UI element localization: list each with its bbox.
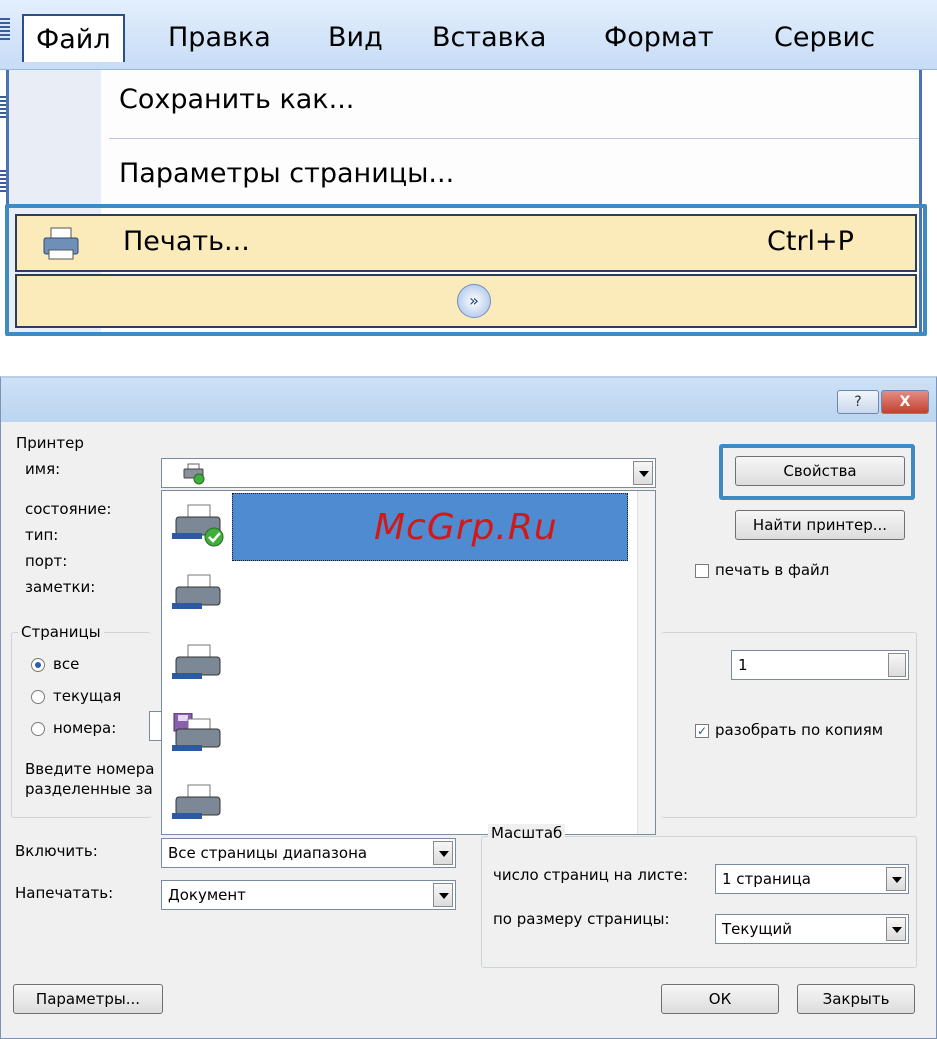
- toolbar-gripper: [0, 18, 10, 40]
- print-to-file-label: печать в файл: [715, 561, 830, 579]
- expand-chevron-icon[interactable]: »: [457, 284, 491, 318]
- printer-icon: [172, 784, 221, 819]
- printer-name-label: имя:: [25, 460, 61, 478]
- print-what-label: Напечатать:: [15, 884, 114, 902]
- include-label: Включить:: [15, 842, 98, 860]
- menu-item-save-as[interactable]: Сохранить как...: [9, 84, 919, 134]
- print-shortcut: Ctrl+P: [767, 226, 854, 257]
- pages-all-radio[interactable]: [31, 658, 45, 672]
- menu-file[interactable]: Файл: [22, 14, 125, 62]
- chevron-down-icon[interactable]: [886, 917, 906, 941]
- copies-count-spinner[interactable]: 1: [731, 650, 909, 680]
- printer-type-label: тип:: [25, 526, 59, 544]
- print-highlight-box: Печать... Ctrl+P »: [5, 204, 927, 336]
- save-as-label: Сохранить как...: [119, 84, 355, 115]
- printer-notes-label: заметки:: [25, 578, 96, 596]
- scale-to-paper-value: Текущий: [722, 920, 792, 938]
- chevron-down-icon[interactable]: [633, 461, 653, 485]
- list-item[interactable]: [162, 561, 638, 631]
- menu-item-print[interactable]: Печать... Ctrl+P: [15, 214, 917, 272]
- copies-count-value: 1: [738, 656, 748, 674]
- printer-group-title: Принтер: [13, 434, 87, 452]
- chevron-down-icon[interactable]: [433, 883, 453, 907]
- printer-icon: [172, 574, 221, 609]
- list-scrollbar[interactable]: [637, 491, 655, 834]
- list-item[interactable]: [162, 771, 638, 841]
- menu-view[interactable]: Вид: [316, 14, 395, 62]
- list-item[interactable]: [162, 631, 638, 701]
- menu-expand-row[interactable]: »: [15, 274, 917, 328]
- zoom-group: Масштаб: [481, 824, 917, 968]
- print-label: Печать...: [123, 226, 250, 257]
- include-select[interactable]: Все страницы диапазона: [161, 838, 456, 868]
- file-menu-dropdown: Сохранить как... Параметры страницы... П…: [5, 70, 927, 336]
- pages-per-sheet-value: 1 страница: [722, 870, 811, 888]
- menu-tools[interactable]: Сервис: [762, 14, 887, 62]
- printer-name-select[interactable]: [161, 458, 656, 488]
- print-what-value: Документ: [168, 886, 246, 904]
- pages-per-sheet-select[interactable]: 1 страница: [715, 864, 909, 894]
- close-window-button[interactable]: X: [881, 390, 929, 414]
- pages-per-sheet-label: число страниц на листе:: [493, 866, 688, 884]
- menu-format[interactable]: Формат: [592, 14, 726, 62]
- pages-hint-line2: разделенные за: [25, 780, 153, 798]
- print-to-file-checkbox[interactable]: [695, 564, 709, 578]
- printer-icon: [183, 463, 205, 485]
- pages-current-radio[interactable]: [31, 690, 45, 704]
- pages-group-title: Страницы: [18, 623, 104, 641]
- menu-item-page-setup[interactable]: Параметры страницы...: [9, 158, 919, 208]
- list-item[interactable]: [162, 701, 638, 771]
- close-button[interactable]: Закрыть: [797, 984, 915, 1014]
- pages-current-label: текущая: [53, 687, 122, 705]
- options-button[interactable]: Параметры...: [13, 984, 163, 1014]
- include-value: Все страницы диапазона: [168, 844, 368, 862]
- fax-printer-icon: [172, 713, 221, 751]
- print-dialog: ? X Принтер имя: состояние: тип: порт: з…: [0, 376, 937, 1039]
- ok-button[interactable]: ОК: [661, 984, 779, 1014]
- watermark-text: McGrp.Ru: [374, 507, 558, 548]
- printer-default-icon: [172, 504, 224, 547]
- find-printer-button[interactable]: Найти принтер...: [735, 510, 905, 540]
- scale-to-paper-select[interactable]: Текущий: [715, 914, 909, 944]
- printer-icon: [43, 227, 79, 260]
- pages-numbers-radio[interactable]: [31, 722, 45, 736]
- properties-button[interactable]: Свойства: [735, 456, 905, 486]
- collate-checkbox[interactable]: ✓: [695, 724, 709, 738]
- collate-label: разобрать по копиям: [715, 721, 884, 739]
- printer-icon: [172, 644, 221, 679]
- menu-edit[interactable]: Правка: [156, 14, 283, 62]
- printer-dropdown-list[interactable]: McGrp.Ru: [161, 490, 656, 835]
- chevron-down-icon[interactable]: [433, 841, 453, 865]
- menu-separator: [109, 138, 919, 139]
- page-setup-label: Параметры страницы...: [119, 158, 455, 189]
- chevron-down-icon[interactable]: [886, 867, 906, 891]
- menu-bar: Файл Правка Вид Вставка Формат Сервис: [0, 0, 937, 70]
- zoom-group-title: Масштаб: [488, 824, 566, 842]
- help-button[interactable]: ?: [837, 390, 879, 414]
- printer-status-label: состояние:: [25, 500, 112, 518]
- pages-numbers-label: номера:: [53, 719, 117, 737]
- menu-area: Файл Правка Вид Вставка Формат Сервис Со…: [0, 0, 937, 345]
- print-what-select[interactable]: Документ: [161, 880, 456, 910]
- pages-all-label: все: [53, 655, 80, 673]
- scale-to-paper-label: по размеру страницы:: [493, 910, 670, 928]
- dialog-titlebar: ? X: [1, 378, 936, 422]
- menu-insert[interactable]: Вставка: [420, 14, 558, 62]
- printer-port-label: порт:: [25, 552, 68, 570]
- pages-hint-line1: Введите номера: [25, 760, 155, 778]
- spinner-arrows-icon[interactable]: [888, 653, 906, 677]
